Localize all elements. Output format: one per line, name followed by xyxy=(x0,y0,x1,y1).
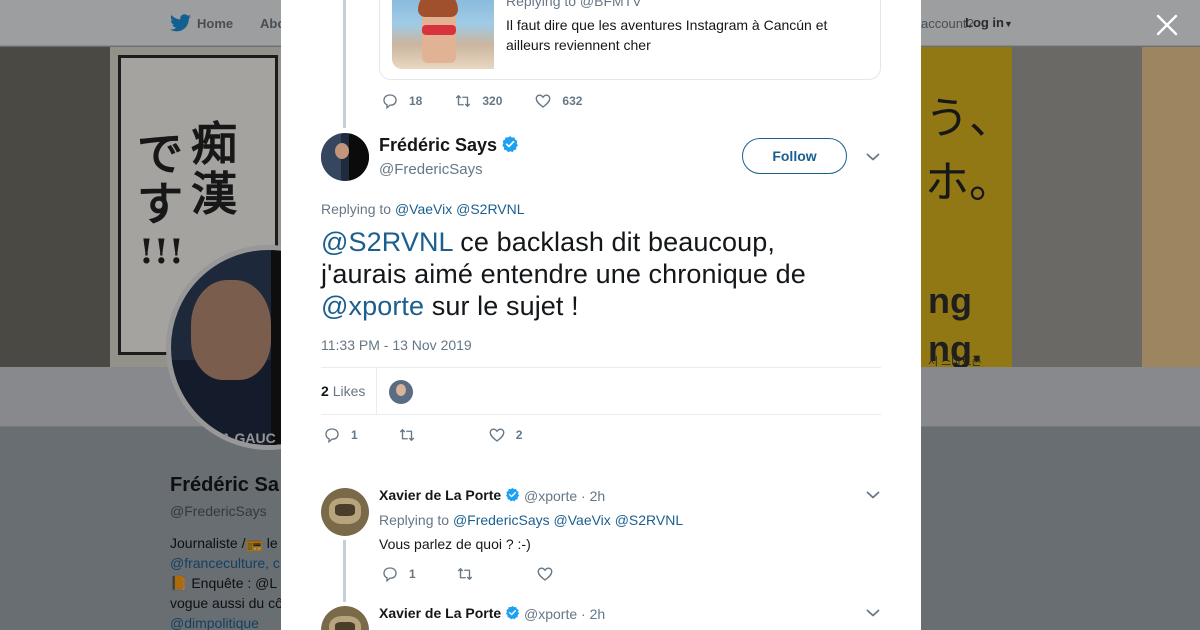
chevron-down-icon[interactable] xyxy=(865,605,881,621)
reply-handle-row: @xporte · 2h xyxy=(524,488,605,504)
reply-time[interactable]: · 2h xyxy=(581,488,605,504)
author-avatar[interactable] xyxy=(321,133,369,181)
reply-count: 18 xyxy=(409,94,423,108)
reply-time[interactable]: · 2h xyxy=(581,606,605,622)
retweet-icon xyxy=(456,95,471,107)
retweet-icon xyxy=(399,429,414,441)
reply-handle-row: @xporte · 2h xyxy=(524,606,605,622)
verified-icon xyxy=(506,605,520,620)
like-button[interactable] xyxy=(536,565,564,583)
avatar-shape xyxy=(335,143,349,159)
like-icon xyxy=(537,567,553,581)
reply-button[interactable]: 1 xyxy=(323,426,358,444)
verified-icon xyxy=(506,487,520,502)
avatar-shape xyxy=(349,133,369,181)
parent-tweet-text: Il faut dire que les aventures Instagram… xyxy=(506,17,828,53)
parent-tweet-replying: Replying to @BFMTV xyxy=(506,0,642,9)
retweet-button[interactable] xyxy=(398,426,426,444)
mention-link[interactable]: @FredericSays xyxy=(453,512,550,528)
replying-prefix: Replying to xyxy=(321,201,392,217)
mention-link[interactable]: @xporte xyxy=(321,291,424,321)
like-button[interactable]: 2 xyxy=(488,426,523,444)
replying-prefix: Replying to xyxy=(379,512,450,528)
reply-author[interactable]: Xavier de La Porte xyxy=(379,487,520,503)
reply-handle[interactable]: @xporte xyxy=(524,488,577,504)
liker-avatar[interactable] xyxy=(389,380,413,404)
reply-text: Vous parlez de quoi ? :-) xyxy=(379,536,531,552)
like-count: 2 xyxy=(515,428,523,442)
retweet-icon xyxy=(457,568,472,580)
reply-author[interactable]: Xavier de La Porte xyxy=(379,605,520,621)
mention-link[interactable]: @VaeVix xyxy=(395,201,452,217)
reply-avatar[interactable] xyxy=(321,488,369,536)
like-button[interactable]: 632 xyxy=(534,92,582,110)
reply-handle[interactable]: @xporte xyxy=(524,606,577,622)
reply-button[interactable]: 18 xyxy=(381,92,422,110)
image-swimsuit xyxy=(422,25,456,35)
retweet-count: 320 xyxy=(482,94,503,108)
author-handle[interactable]: @FredericSays xyxy=(379,161,483,178)
reply-button[interactable]: 1 xyxy=(381,565,416,583)
tweet-text-part: sur le sujet ! xyxy=(424,291,579,321)
tweet-text: @S2RVNL ce backlash dit beaucoup, j'aura… xyxy=(321,226,861,322)
replying-to-line: Replying to @VaeVix @S2RVNL xyxy=(321,201,525,217)
retweet-button[interactable]: 320 xyxy=(454,92,502,110)
thread-connector xyxy=(343,540,346,602)
close-icon[interactable] xyxy=(1155,13,1179,37)
tweet-permalink-modal: Replying to @BFMTV Il faut dire que les … xyxy=(281,0,921,630)
verified-icon xyxy=(502,136,518,153)
likes-count: 2 xyxy=(321,383,329,399)
follow-button[interactable]: Follow xyxy=(742,138,847,174)
chevron-down-icon[interactable] xyxy=(865,487,881,503)
replying-to-line: Replying to @FredericSays @VaeVix @S2RVN… xyxy=(379,512,683,528)
parent-tweet-card[interactable]: Replying to @BFMTV Il faut dire que les … xyxy=(379,0,881,80)
liker-face xyxy=(396,384,406,396)
reply-actions: 1 xyxy=(381,565,564,583)
likes-separator xyxy=(376,368,377,414)
avatar-shape xyxy=(335,504,355,516)
likes-label: Likes xyxy=(332,383,366,399)
image-hair xyxy=(418,0,458,17)
retweet-button[interactable] xyxy=(456,565,484,583)
mention-link[interactable]: @S2RVNL xyxy=(456,201,524,217)
like-count: 632 xyxy=(562,94,583,108)
avatar-shape xyxy=(335,622,355,630)
reply-count: 1 xyxy=(351,428,358,442)
mention-link[interactable]: @S2RVNL xyxy=(321,227,453,257)
reply-author-name: Xavier de La Porte xyxy=(379,605,502,621)
reply-icon xyxy=(383,567,397,583)
like-icon xyxy=(535,94,551,108)
likes-summary-bar: 2 Likes xyxy=(321,367,881,415)
tweet-timestamp[interactable]: 11:33 PM - 13 Nov 2019 xyxy=(321,337,472,353)
author-name-text: Frédéric Says xyxy=(379,135,498,155)
chevron-down-icon[interactable] xyxy=(865,149,881,165)
mention-link[interactable]: @S2RVNL xyxy=(615,512,683,528)
reply-icon xyxy=(325,428,339,444)
likes-count-link[interactable]: 2 Likes xyxy=(321,383,365,399)
like-icon xyxy=(489,428,505,442)
reply-count: 1 xyxy=(409,567,416,581)
author-name[interactable]: Frédéric Says xyxy=(379,135,519,156)
tweet-actions: 1 2 xyxy=(323,426,522,444)
reply-icon xyxy=(383,94,397,110)
mention-link[interactable]: @VaeVix xyxy=(554,512,611,528)
parent-tweet-image[interactable] xyxy=(392,0,494,69)
parent-tweet-actions: 18 320 632 xyxy=(381,92,582,110)
thread-connector xyxy=(343,0,346,128)
reply-avatar[interactable] xyxy=(321,606,369,630)
reply-author-name: Xavier de La Porte xyxy=(379,487,502,503)
